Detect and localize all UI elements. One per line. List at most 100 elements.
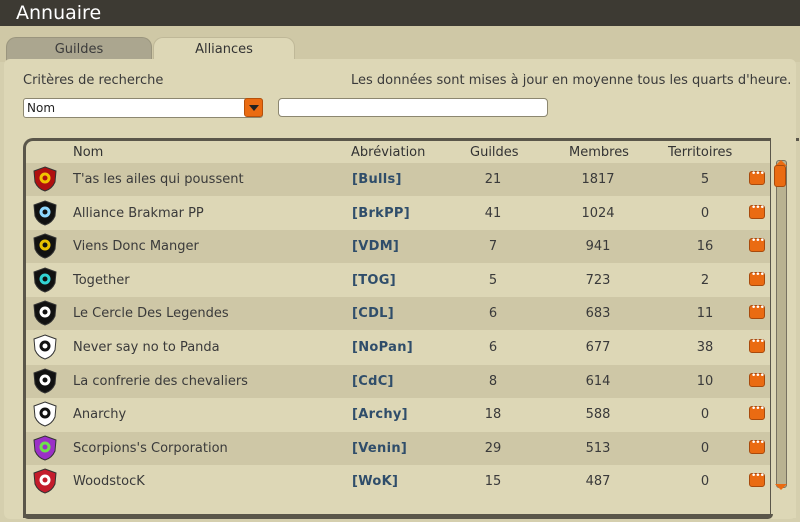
guild-count: 29 [484,440,502,456]
more-options-icon[interactable] [749,169,765,185]
more-options-icon[interactable] [749,371,765,387]
column-header-members[interactable]: Membres [569,145,629,160]
territory-count: 38 [696,340,714,355]
table-row[interactable]: La confrerie des chevaliers [CdC] 8 614 10 [26,364,773,398]
claw-emblem-icon [33,200,57,226]
scrollbar[interactable] [770,138,796,518]
window-titlebar: Annuaire [0,0,800,26]
alliance-name: La confrerie des chevaliers [73,373,248,389]
scrollbar-thumb[interactable] [774,165,786,187]
alliance-abbreviation: [NoPan] [352,340,413,355]
chevron-down-icon[interactable] [244,98,263,117]
column-header-guilds[interactable]: Guildes [470,145,519,160]
more-options-icon[interactable] [749,203,765,219]
search-criteria-label: Critères de recherche [23,73,164,88]
guild-count: 18 [484,407,502,423]
alliance-name: Viens Donc Manger [73,239,199,255]
table-row[interactable]: Alliance Brakmar PP [BrkPP] 41 1024 0 [26,196,773,230]
guild-count: 8 [488,373,498,389]
scorpion-emblem-icon [33,435,57,461]
column-header-territories[interactable]: Territoires [668,145,732,160]
more-options-icon[interactable] [749,303,765,320]
territory-count: 16 [696,239,714,255]
scrollbar-track[interactable] [776,160,787,488]
guild-count: 21 [484,172,502,187]
alliance-name: Anarchy [73,407,127,423]
table-row[interactable]: Anarchy [Archy] 18 588 0 [26,398,773,432]
member-count: 588 [585,407,611,423]
scroll-down-icon[interactable] [775,484,787,490]
update-note: Les données sont mises à jour en moyenne… [351,73,792,88]
more-options-icon[interactable] [749,471,765,488]
member-count: 1817 [581,172,615,187]
criteria-select[interactable]: Nom [23,98,263,118]
table-header: Nom Abréviation Guildes Membres Territoi… [26,141,799,163]
alliance-name: WoodstocK [73,474,145,490]
alliances-table: Nom Abréviation Guildes Membres Territoi… [23,138,799,518]
territory-count: 0 [700,474,710,490]
territory-count: 5 [700,172,710,187]
panda-emblem-icon [33,334,57,360]
table-row[interactable]: Le Cercle Des Legendes [CDL] 6 683 11 [26,297,773,331]
table-row[interactable]: Together [TOG] 5 723 2 [26,263,773,297]
alliance-abbreviation: [CdC] [352,373,394,389]
more-options-icon[interactable] [749,236,765,253]
table-row[interactable]: Scorpions's Corporation [Venin] 29 513 0 [26,431,773,465]
member-count: 513 [585,440,611,456]
skull-crossbones-emblem-icon [33,401,57,427]
table-bottom-border [23,514,773,519]
alliance-name: Never say no to Panda [73,340,220,355]
alliance-abbreviation: [CDL] [352,306,394,322]
criteria-select-value: Nom [27,101,56,115]
alliance-abbreviation: [Bulls] [352,172,402,187]
bull-emblem-icon [33,166,57,192]
alliance-name: Together [73,272,130,288]
guild-count: 41 [484,205,502,221]
alliance-abbreviation: [Archy] [352,407,408,423]
sun-emblem-icon [33,233,57,259]
alliance-abbreviation: [WoK] [352,474,399,490]
guild-count: 7 [488,239,498,255]
lyre-emblem-icon [33,468,57,494]
tab-bar: Guildes Alliances [0,26,800,62]
member-count: 487 [585,474,611,490]
guild-count: 5 [488,272,498,288]
guild-count: 15 [484,474,502,490]
skull-emblem-icon [33,368,57,394]
guild-count: 6 [488,306,498,322]
territory-count: 0 [700,440,710,456]
column-header-abbr[interactable]: Abréviation [351,145,425,160]
alliance-abbreviation: [BrkPP] [352,205,411,221]
territory-count: 10 [696,373,714,389]
territory-count: 11 [696,306,714,322]
tree-emblem-icon [33,300,57,326]
alliance-name: Scorpions's Corporation [73,440,228,456]
table-row[interactable]: Viens Donc Manger [VDM] 7 941 16 [26,230,773,264]
table-row[interactable]: WoodstocK [WoK] 15 487 0 [26,465,773,499]
alliance-name: Le Cercle Des Legendes [73,306,229,322]
table-row[interactable]: Never say no to Panda [NoPan] 6 677 38 [26,331,773,364]
alliance-name: Alliance Brakmar PP [73,205,204,221]
member-count: 683 [585,306,611,322]
member-count: 677 [585,340,611,355]
territory-count: 0 [700,205,710,221]
search-input[interactable] [278,98,548,117]
guild-count: 6 [488,340,498,355]
column-header-name[interactable]: Nom [73,145,103,160]
territory-count: 2 [700,272,710,288]
territory-count: 0 [700,407,710,423]
table-row[interactable]: T'as les ailes qui poussent [Bulls] 21 1817… [26,163,773,196]
more-options-icon[interactable] [749,438,765,454]
alliance-abbreviation: [Venin] [352,440,408,456]
member-count: 941 [585,239,611,255]
more-options-icon[interactable] [749,337,765,353]
more-options-icon[interactable] [749,270,765,286]
member-count: 723 [585,272,611,288]
alliance-abbreviation: [VDM] [352,239,400,255]
member-count: 614 [585,373,611,389]
window-title: Annuaire [16,2,102,24]
more-options-icon[interactable] [749,404,765,421]
member-count: 1024 [581,205,615,221]
alliance-abbreviation: [TOG] [352,272,396,288]
hourglass-emblem-icon [33,267,57,293]
